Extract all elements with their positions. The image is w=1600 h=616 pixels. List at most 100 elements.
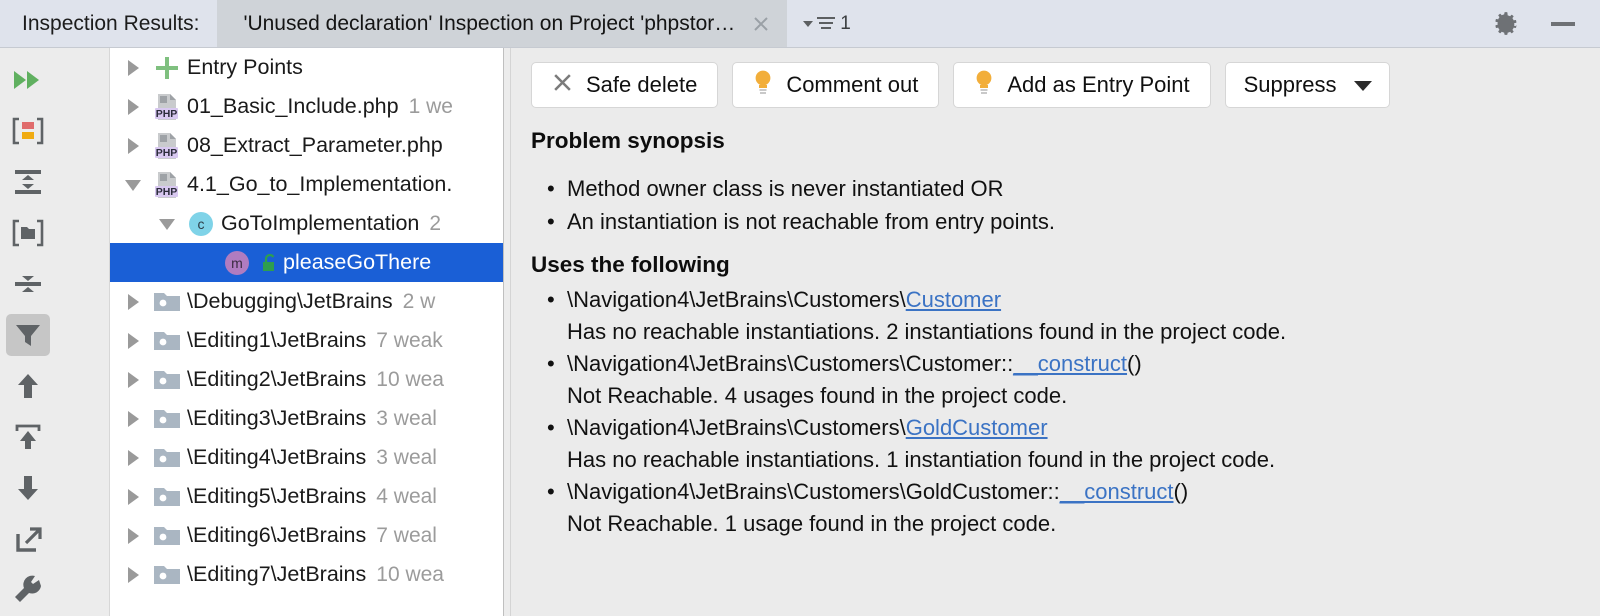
panel-splitter[interactable] bbox=[503, 48, 511, 616]
lightbulb-icon bbox=[753, 69, 773, 101]
tree-row[interactable]: PHP 4.1_Go_to_Implementation. bbox=[110, 165, 503, 204]
twisty-collapsed-icon[interactable] bbox=[116, 324, 150, 358]
uses-item-suffix: () bbox=[1127, 351, 1142, 376]
twisty-collapsed-icon[interactable] bbox=[116, 558, 150, 592]
uses-item-path: \Navigation4\JetBrains\Customers\ bbox=[567, 287, 906, 312]
twisty-collapsed-icon[interactable] bbox=[116, 480, 150, 514]
twisty-collapsed-icon[interactable] bbox=[116, 363, 150, 397]
tree-row[interactable]: Entry Points bbox=[110, 48, 503, 87]
detail-panel: Safe delete Comment out Add as Entry Poi… bbox=[511, 48, 1600, 616]
tree-row[interactable]: \Editing5\JetBrains 4 weal bbox=[110, 477, 503, 516]
uses-item-path: \Navigation4\JetBrains\Customers\Custome… bbox=[567, 351, 1014, 376]
tree-row-count: 1 we bbox=[408, 94, 453, 118]
suppress-label: Suppress bbox=[1243, 72, 1337, 97]
synopsis-item: Method owner class is never instantiated… bbox=[531, 172, 1578, 205]
twisty-collapsed-icon[interactable] bbox=[116, 129, 150, 163]
tree-row[interactable]: \Editing6\JetBrains 7 weal bbox=[110, 516, 503, 555]
uses-item-detail: Has no reachable instantiations. 2 insta… bbox=[567, 319, 1287, 344]
close-icon[interactable] bbox=[749, 12, 773, 36]
tree-row[interactable]: c GoToImplementation 2 bbox=[110, 204, 503, 243]
folder-icon bbox=[150, 443, 184, 473]
add-as-entry-point-button[interactable]: Add as Entry Point bbox=[953, 62, 1211, 108]
quick-fix-actionbar: Safe delete Comment out Add as Entry Poi… bbox=[511, 48, 1600, 120]
tree-row[interactable]: \Debugging\JetBrains 2 w bbox=[110, 282, 503, 321]
folder-icon bbox=[150, 404, 184, 434]
list-lines-icon bbox=[817, 17, 836, 29]
twisty-collapsed-icon[interactable] bbox=[116, 51, 150, 85]
tree-row[interactable]: PHP 01_Basic_Include.php 1 we bbox=[110, 87, 503, 126]
twisty-collapsed-icon[interactable] bbox=[116, 90, 150, 124]
uses-item: \Navigation4\JetBrains\Customers\GoldCus… bbox=[531, 412, 1578, 476]
comment-out-button[interactable]: Comment out bbox=[732, 62, 940, 108]
twisty-collapsed-icon[interactable] bbox=[116, 285, 150, 319]
results-count: 1 bbox=[840, 13, 851, 34]
bracketed-folder-icon bbox=[6, 212, 50, 254]
folder-icon bbox=[150, 326, 184, 356]
comment-out-label: Comment out bbox=[786, 72, 919, 97]
twisty-collapsed-icon[interactable] bbox=[116, 402, 150, 436]
tree-row-label: \Editing3\JetBrains bbox=[187, 406, 367, 430]
tree-row-count: 7 weal bbox=[376, 523, 437, 547]
tree-row-label: \Editing7\JetBrains bbox=[187, 562, 367, 586]
tree-row[interactable]: \Editing7\JetBrains 10 wea bbox=[110, 555, 503, 594]
gear-icon[interactable] bbox=[1492, 9, 1522, 39]
svg-text:PHP: PHP bbox=[156, 147, 178, 159]
uses-item-link[interactable]: __construct bbox=[1060, 479, 1174, 504]
uses-item-detail: Has no reachable instantiations. 1 insta… bbox=[567, 447, 1276, 472]
tree-row-label: 01_Basic_Include.php bbox=[187, 94, 399, 118]
twisty-collapsed-icon[interactable] bbox=[116, 441, 150, 475]
collapse-all-button[interactable] bbox=[0, 258, 55, 309]
php-file-icon: PHP bbox=[150, 131, 184, 161]
group-by-directory-button[interactable] bbox=[0, 207, 55, 258]
uses-item: \Navigation4\JetBrains\Customers\Custome… bbox=[531, 348, 1578, 412]
uses-item: \Navigation4\JetBrains\Customers\GoldCus… bbox=[531, 476, 1578, 540]
tree-row[interactable]: \Editing3\JetBrains 3 weal bbox=[110, 399, 503, 438]
export-report-button[interactable] bbox=[0, 105, 55, 156]
twisty-expanded-icon[interactable] bbox=[150, 207, 184, 241]
tree-row[interactable]: m pleaseGoThere bbox=[110, 243, 503, 282]
external-link-icon bbox=[6, 518, 50, 560]
wrench-icon bbox=[6, 569, 50, 611]
uses-item-detail: Not Reachable. 1 usage found in the proj… bbox=[567, 511, 1057, 536]
tree-row[interactable]: \Editing4\JetBrains 3 weal bbox=[110, 438, 503, 477]
tree-row[interactable]: PHP 08_Extract_Parameter.php bbox=[110, 126, 503, 165]
safe-delete-button[interactable]: Safe delete bbox=[531, 62, 719, 108]
chevron-down-icon bbox=[1353, 72, 1373, 98]
twisty-collapsed-icon[interactable] bbox=[116, 519, 150, 553]
tree-row-count: 10 wea bbox=[376, 367, 444, 391]
arrow-down-icon bbox=[6, 467, 50, 509]
tree-row[interactable]: \Editing1\JetBrains 7 weak bbox=[110, 321, 503, 360]
uses-item-link[interactable]: __construct bbox=[1013, 351, 1127, 376]
open-in-new-window-button[interactable] bbox=[0, 513, 55, 564]
lightbulb-icon bbox=[974, 69, 994, 101]
next-occurrence-button[interactable] bbox=[0, 462, 55, 513]
results-count-group[interactable]: 1 bbox=[787, 0, 861, 48]
export-to-file-button[interactable] bbox=[0, 411, 55, 462]
svg-text:PHP: PHP bbox=[156, 186, 178, 198]
uses-item-path: \Navigation4\JetBrains\Customers\GoldCus… bbox=[567, 479, 1060, 504]
inspection-tree[interactable]: Entry Points PHP 01_Basic_Include.php 1 we P… bbox=[110, 48, 503, 616]
folder-icon bbox=[150, 521, 184, 551]
filter-button[interactable] bbox=[0, 309, 55, 360]
tree-row-count: 7 weak bbox=[376, 328, 443, 352]
twisty-expanded-icon[interactable] bbox=[116, 168, 150, 202]
minimize-icon[interactable] bbox=[1548, 9, 1578, 39]
tab-inspection-result[interactable]: 'Unused declaration' Inspection on Proje… bbox=[217, 0, 788, 48]
class-icon: c bbox=[184, 209, 218, 239]
public-access-lock-icon bbox=[257, 252, 283, 274]
tree-row-count: 4 weal bbox=[376, 484, 437, 508]
svg-text:c: c bbox=[198, 216, 205, 232]
uses-item-link[interactable]: GoldCustomer bbox=[906, 415, 1048, 440]
expand-all-button[interactable] bbox=[0, 156, 55, 207]
rerun-inspection-button[interactable] bbox=[0, 54, 55, 105]
export-up-icon bbox=[6, 416, 50, 458]
suppress-dropdown[interactable]: Suppress bbox=[1224, 62, 1390, 108]
problem-synopsis-list: Method owner class is never instantiated… bbox=[531, 172, 1578, 238]
settings-wrench-button[interactable] bbox=[0, 564, 55, 615]
tree-row-count: 3 weal bbox=[376, 445, 437, 469]
tree-row[interactable]: \Editing2\JetBrains 10 wea bbox=[110, 360, 503, 399]
previous-occurrence-button[interactable] bbox=[0, 360, 55, 411]
inspection-results-window: Inspection Results: 'Unused declaration'… bbox=[0, 0, 1600, 616]
uses-item-link[interactable]: Customer bbox=[906, 287, 1001, 312]
